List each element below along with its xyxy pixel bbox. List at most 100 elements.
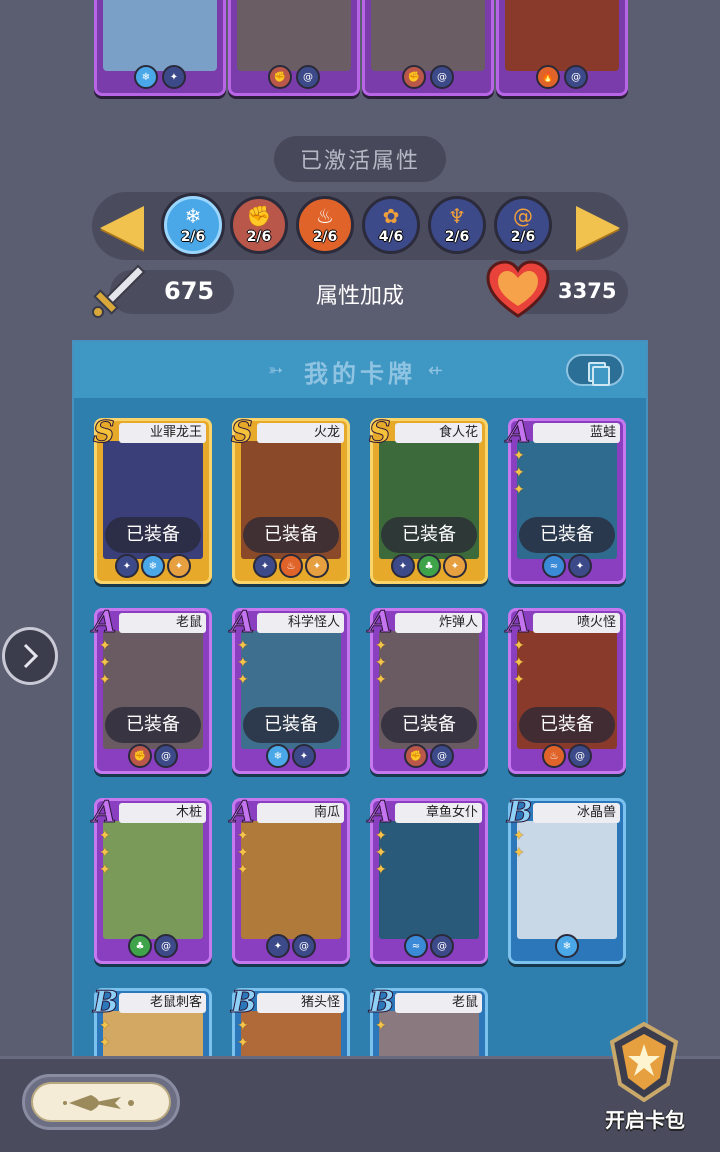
card-rank: A	[92, 605, 117, 641]
claw-badge-icon: ✦	[162, 65, 186, 89]
card-name: 冰晶兽	[533, 803, 620, 823]
card[interactable]: 科学怪人 A ✦ ✦ ✦ 已装备 ❄ ✦	[230, 605, 350, 774]
card-name: 木桩	[119, 803, 206, 823]
star-icon: ✦	[375, 672, 387, 688]
card-rank: S	[231, 415, 254, 451]
right-arrow-icon[interactable]	[576, 206, 620, 250]
card[interactable]: 蓝蛙 A ✦ ✦ ✦ 已装备 ≈ ✦	[506, 415, 626, 584]
star-icon: ✦	[513, 828, 525, 844]
card-stars: ✦ ✦	[99, 1019, 111, 1050]
star-icon: ✦	[99, 638, 111, 654]
card-name: 老鼠	[395, 993, 482, 1013]
equipped-label: 已装备	[243, 517, 339, 553]
star-icon: ✦	[237, 655, 249, 671]
attribute-fist[interactable]: ✊ 2/6	[230, 196, 288, 254]
attribute-badges: ❄ ✦	[97, 65, 223, 89]
swirl-badge-icon: @	[430, 934, 454, 958]
attribute-badges: ✊ @	[97, 744, 209, 768]
swirl-badge-icon: @	[154, 934, 178, 958]
card[interactable]: 食人花 S 已装备 ✦ ♣ ✦	[369, 415, 488, 584]
left-arrow-icon[interactable]	[100, 206, 144, 250]
attribute-swirl[interactable]: @ 2/6	[494, 196, 552, 254]
top-card[interactable]: ❄ ✦	[94, 0, 226, 96]
equipped-label: 已装备	[243, 707, 339, 743]
wave-badge-icon: ≈	[404, 934, 428, 958]
claw-badge-icon: ✦	[568, 554, 592, 578]
attribute-count: 2/6	[312, 229, 338, 245]
star-icon: ✦	[99, 655, 111, 671]
card-art	[379, 821, 479, 939]
ice-badge-icon: ❄	[141, 554, 165, 578]
paw-icon: ✿	[382, 204, 400, 228]
equipped-label: 已装备	[519, 707, 615, 743]
card-collection-screen: ❄ ✦ ✊ @ ✊ @ 🔥 @ 已激活属性 ❄ 2/6 ✊ 2/6 ♨ 2/6 …	[0, 0, 720, 1152]
star-icon: ✦	[237, 845, 249, 861]
card-rank: A	[506, 605, 531, 641]
card[interactable]: 业罪龙王 S 已装备 ✦ ❄ ✦	[93, 415, 212, 584]
star-icon: ✦	[375, 655, 387, 671]
card[interactable]: 章鱼女仆 A ✦ ✦ ✦ ≈ @	[368, 795, 488, 964]
open-pack-button[interactable]: 开启卡包	[590, 1016, 700, 1136]
card[interactable]: 老鼠 A ✦ ✦ ✦ 已装备 ✊ @	[92, 605, 212, 774]
attribute-ice[interactable]: ❄ 2/6	[164, 196, 222, 254]
card[interactable]: 喷火怪 A ✦ ✦ ✦ 已装备 ♨ @	[506, 605, 626, 774]
card-name: 南瓜	[257, 803, 344, 823]
swirl-badge-icon: @	[430, 744, 454, 768]
star-icon: ✦	[99, 845, 111, 861]
card[interactable]: 冰晶兽 B ✦ ✦ ❄	[506, 795, 626, 964]
fist-badge-icon: ✊	[268, 65, 292, 89]
card-stars: ✦ ✦ ✦	[375, 639, 387, 687]
attack-value: 675	[164, 277, 215, 305]
attribute-badges: ❄ ✦	[235, 744, 347, 768]
card-rank: B	[506, 795, 533, 831]
top-card[interactable]: ✊ @	[362, 0, 494, 96]
card-art	[241, 821, 341, 939]
star-icon: ✦	[513, 448, 525, 464]
star-icon: ✦	[237, 862, 249, 878]
attribute-fire[interactable]: ♨ 2/6	[296, 196, 354, 254]
card-art	[103, 0, 217, 71]
card-name: 业罪龙王	[119, 423, 206, 443]
equipped-label: 已装备	[105, 707, 201, 743]
attribute-count: 4/6	[378, 229, 404, 245]
card-stars: ✦ ✦ ✦	[513, 449, 525, 497]
swirl-badge-icon: @	[292, 934, 316, 958]
card[interactable]: 炸弹人 A ✦ ✦ ✦ 已装备 ✊ @	[368, 605, 488, 774]
swirl-icon: @	[513, 204, 533, 228]
star-icon: ✦	[375, 828, 387, 844]
attribute-count: 2/6	[180, 229, 206, 245]
fire-icon: ♨	[316, 204, 334, 228]
card-rank: A	[230, 605, 255, 641]
card-stars: ✦ ✦ ✦	[237, 829, 249, 877]
card-stars: ✦ ✦	[237, 1019, 249, 1050]
attribute-claw[interactable]: ♆ 2/6	[428, 196, 486, 254]
attribute-count: 2/6	[444, 229, 470, 245]
attribute-paw[interactable]: ✿ 4/6	[362, 196, 420, 254]
card-name: 火龙	[257, 423, 344, 443]
attribute-badges: 🔥 @	[499, 65, 625, 89]
card-stars: ✦	[375, 1019, 387, 1033]
fist-badge-icon: ✊	[402, 65, 426, 89]
side-next-button[interactable]	[2, 627, 58, 685]
top-card[interactable]: 🔥 @	[496, 0, 628, 96]
card-pack-icon	[609, 1022, 679, 1102]
star-icon: ✦	[513, 482, 525, 498]
top-card[interactable]: ✊ @	[228, 0, 360, 96]
equipped-label: 已装备	[105, 517, 201, 553]
cards-toggle-button[interactable]	[566, 354, 624, 386]
fire-badge-icon: ♨	[542, 744, 566, 768]
open-pack-label: 开启卡包	[605, 1108, 685, 1132]
equipped-label: 已装备	[381, 707, 477, 743]
fire-badge-icon: ♨	[279, 554, 303, 578]
fish-emblem-button[interactable]	[22, 1074, 180, 1130]
card[interactable]: 火龙 S 已装备 ✦ ♨ ✦	[231, 415, 350, 584]
card[interactable]: 南瓜 A ✦ ✦ ✦ ✦ @	[230, 795, 350, 964]
right-fish-deco-icon: ⇷	[428, 360, 444, 381]
attribute-bar: ❄ 2/6 ✊ 2/6 ♨ 2/6 ✿ 4/6 ♆ 2/6 @ 2/6	[92, 192, 628, 260]
card-rank: B	[230, 985, 257, 1021]
attribute-badges: ✦ @	[235, 934, 347, 958]
card-rank: S	[93, 415, 116, 451]
card[interactable]: 木桩 A ✦ ✦ ✦ ♣ @	[92, 795, 212, 964]
leaf-badge-icon: ♣	[128, 934, 152, 958]
card-rank: A	[230, 795, 255, 831]
